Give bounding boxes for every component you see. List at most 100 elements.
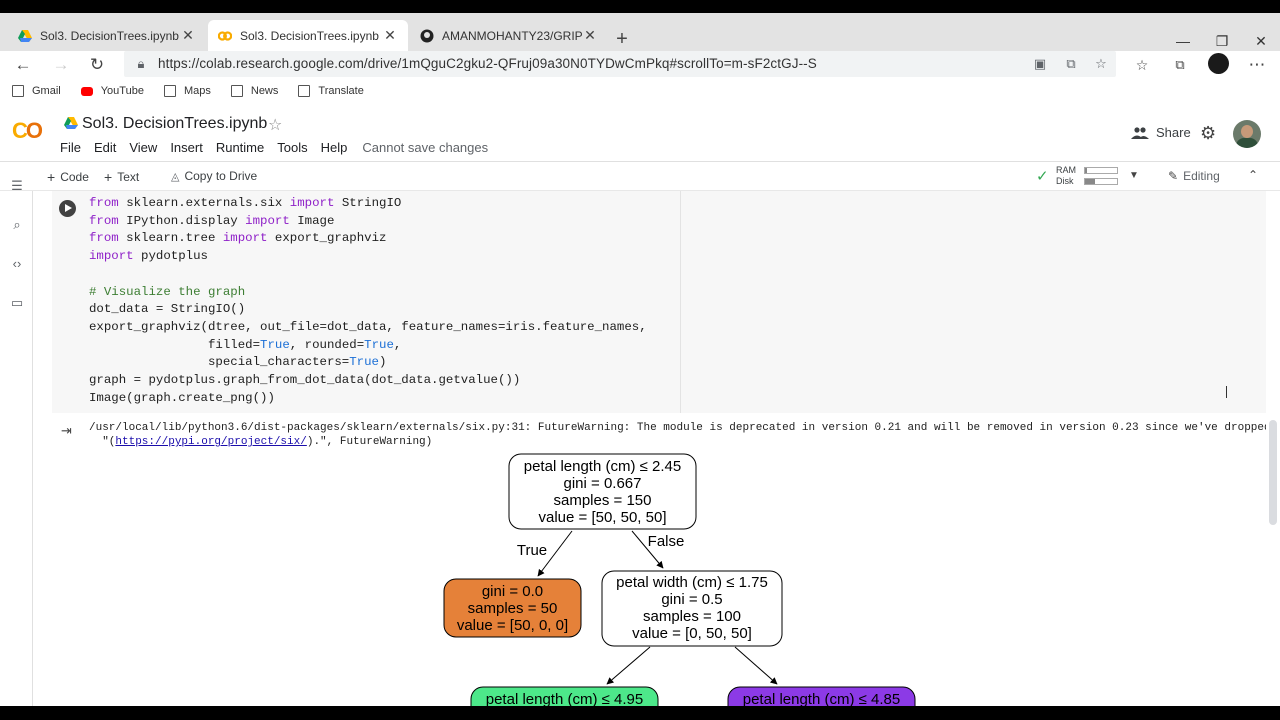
tab-drive[interactable]: Sol3. DecisionTrees.ipynb - Goog ✕	[8, 20, 206, 51]
colab-logo[interactable]: CO	[12, 118, 43, 144]
user-avatar[interactable]	[1233, 120, 1261, 148]
menu-file[interactable]: File	[60, 140, 81, 155]
text-cursor-icon	[1226, 386, 1232, 398]
menu-insert[interactable]: Insert	[170, 140, 203, 155]
disk-bar	[1084, 178, 1118, 185]
files-folder-icon[interactable]: ▭	[9, 295, 25, 311]
copy-to-drive-label: Copy to Drive	[184, 169, 258, 183]
collections-icon[interactable]: ⧉	[1170, 55, 1190, 75]
check-icon: ✓	[1036, 168, 1049, 185]
bookmark-maps[interactable]: Maps	[163, 85, 211, 97]
left-sidebar: ☰ ⌕ ‹› ▭	[0, 178, 33, 706]
favorites-icon[interactable]: ☆	[1132, 55, 1152, 75]
menu-help[interactable]: Help	[321, 140, 348, 155]
code-line: from sklearn.externals.six import String…	[89, 196, 402, 210]
colab-icon	[218, 30, 232, 41]
code-line: from sklearn.tree import export_graphviz	[89, 231, 387, 246]
bookmark-youtube[interactable]: YouTube	[80, 85, 144, 97]
bookmark-label: Translate	[318, 85, 364, 97]
bottom-left-line: petal length (cm) ≤ 4.95	[486, 691, 643, 706]
output-scrollbar[interactable]	[1269, 420, 1277, 525]
add-text-button[interactable]: + Text	[104, 169, 139, 185]
bookmark-translate[interactable]: Translate	[298, 85, 364, 97]
bookmark-news[interactable]: News	[230, 85, 278, 97]
code-text[interactable]: from sklearn.externals.six import String…	[89, 195, 647, 407]
read-aloud-icon[interactable]: ⧉	[1062, 55, 1080, 73]
google-drive-icon	[64, 117, 78, 129]
more-menu-icon[interactable]: ⋯	[1247, 55, 1267, 75]
gear-icon[interactable]: ⚙	[1200, 123, 1216, 144]
window-close-icon[interactable]: ✕	[1253, 33, 1269, 50]
menu-bar: File Edit View Insert Runtime Tools Help…	[60, 140, 501, 155]
menu-runtime[interactable]: Runtime	[216, 140, 264, 155]
editing-mode-button[interactable]: ✎ Editing	[1168, 169, 1220, 183]
menu-tools[interactable]: Tools	[277, 140, 307, 155]
code-snippets-icon[interactable]: ‹›	[9, 256, 25, 272]
address-bar-row: ← → ↻ 🔒︎ https://colab.research.google.c…	[0, 51, 1280, 79]
code-line: Image(graph.create_png())	[89, 390, 275, 405]
decision-tree-graph: petal length (cm) ≤ 2.45 gini = 0.667 sa…	[443, 453, 916, 706]
tab-label: Sol3. DecisionTrees.ipynb - Colab	[240, 28, 382, 43]
browser-tab-strip: Sol3. DecisionTrees.ipynb - Goog ✕ Sol3.…	[0, 13, 1280, 51]
warning-suffix: ).", FutureWarning)	[306, 436, 433, 448]
root-line: petal length (cm) ≤ 2.45	[524, 458, 681, 475]
save-status: Cannot save changes	[362, 140, 489, 155]
close-icon[interactable]: ✕	[382, 27, 398, 44]
url-field[interactable]: 🔒︎ https://colab.research.google.com/dri…	[124, 51, 1116, 77]
search-icon[interactable]: ⌕	[9, 217, 25, 233]
bookmark-label: Gmail	[32, 85, 61, 97]
close-icon[interactable]: ✕	[582, 27, 598, 44]
code-line: import pydotplus	[89, 249, 208, 264]
true-edge-label: True	[517, 542, 547, 559]
bottom-right-line: petal length (cm) ≤ 4.85	[743, 691, 900, 706]
reload-icon[interactable]: ↻	[87, 55, 107, 75]
menu-view[interactable]: View	[129, 140, 157, 155]
plus-icon: +	[104, 169, 113, 185]
add-code-button[interactable]: + Code	[47, 169, 89, 185]
bookmarks-bar: Gmail YouTube Maps News Translate	[0, 79, 1280, 103]
disk-label: Disk	[1056, 176, 1074, 186]
share-button[interactable]: Share	[1131, 125, 1191, 140]
drive-copy-icon: ◬	[171, 170, 180, 183]
right-line: samples = 100	[643, 608, 741, 625]
code-line: special_characters=True)	[89, 355, 387, 370]
table-of-contents-icon[interactable]: ☰	[9, 178, 25, 194]
back-arrow-icon[interactable]: ←	[13, 55, 33, 75]
tab-github[interactable]: AMANMOHANTY23/GRIPS_SPAR ✕	[410, 20, 608, 51]
warning-output: /usr/local/lib/python3.6/dist-packages/s…	[89, 421, 1266, 449]
warning-link[interactable]: https://pypi.org/project/six/	[115, 436, 306, 448]
maximize-icon[interactable]: ❐	[1214, 33, 1230, 50]
star-icon[interactable]: ☆	[268, 115, 282, 135]
bookmark-page-icon	[298, 85, 311, 97]
warning-prefix: "(	[89, 436, 116, 448]
code-line: from IPython.display import Image	[89, 213, 335, 228]
browser-profile-avatar[interactable]	[1208, 53, 1229, 74]
lock-icon[interactable]: 🔒︎	[132, 55, 150, 73]
run-cell-button[interactable]	[59, 200, 76, 217]
close-icon[interactable]: ✕	[180, 27, 196, 44]
pencil-icon: ✎	[1168, 169, 1179, 183]
right-line: petal width (cm) ≤ 1.75	[616, 574, 768, 591]
left-line: gini = 0.0	[482, 583, 543, 600]
new-tab-plus-icon[interactable]: +	[612, 29, 632, 49]
forward-arrow-icon[interactable]: →	[51, 55, 71, 75]
right-line: gini = 0.5	[661, 591, 722, 608]
collapse-header-icon[interactable]: ⌃	[1248, 168, 1258, 182]
notebook-title[interactable]: Sol3. DecisionTrees.ipynb	[82, 115, 267, 133]
minimize-icon[interactable]: —	[1175, 33, 1191, 49]
tab-colab[interactable]: Sol3. DecisionTrees.ipynb - Colab ✕	[208, 20, 408, 51]
output-icon[interactable]: ⇥	[61, 423, 75, 438]
false-edge-label: False	[648, 533, 685, 550]
menu-edit[interactable]: Edit	[94, 140, 116, 155]
code-line: export_graphviz(dtree, out_file=dot_data…	[89, 319, 647, 334]
share-label: Share	[1156, 125, 1191, 140]
star-icon[interactable]: ☆	[1092, 55, 1110, 73]
copy-to-drive-button[interactable]: ◬ Copy to Drive	[171, 169, 257, 183]
screen-top-border	[0, 0, 1280, 13]
ram-bar-fill	[1085, 168, 1087, 173]
bookmark-gmail[interactable]: Gmail	[12, 85, 61, 97]
cast-icon[interactable]: ▣	[1031, 55, 1049, 73]
tab-label: AMANMOHANTY23/GRIPS_SPAR	[442, 28, 582, 43]
resource-monitor[interactable]: RAM Disk	[1056, 165, 1076, 187]
resources-dropdown-icon[interactable]: ▼	[1129, 170, 1139, 181]
